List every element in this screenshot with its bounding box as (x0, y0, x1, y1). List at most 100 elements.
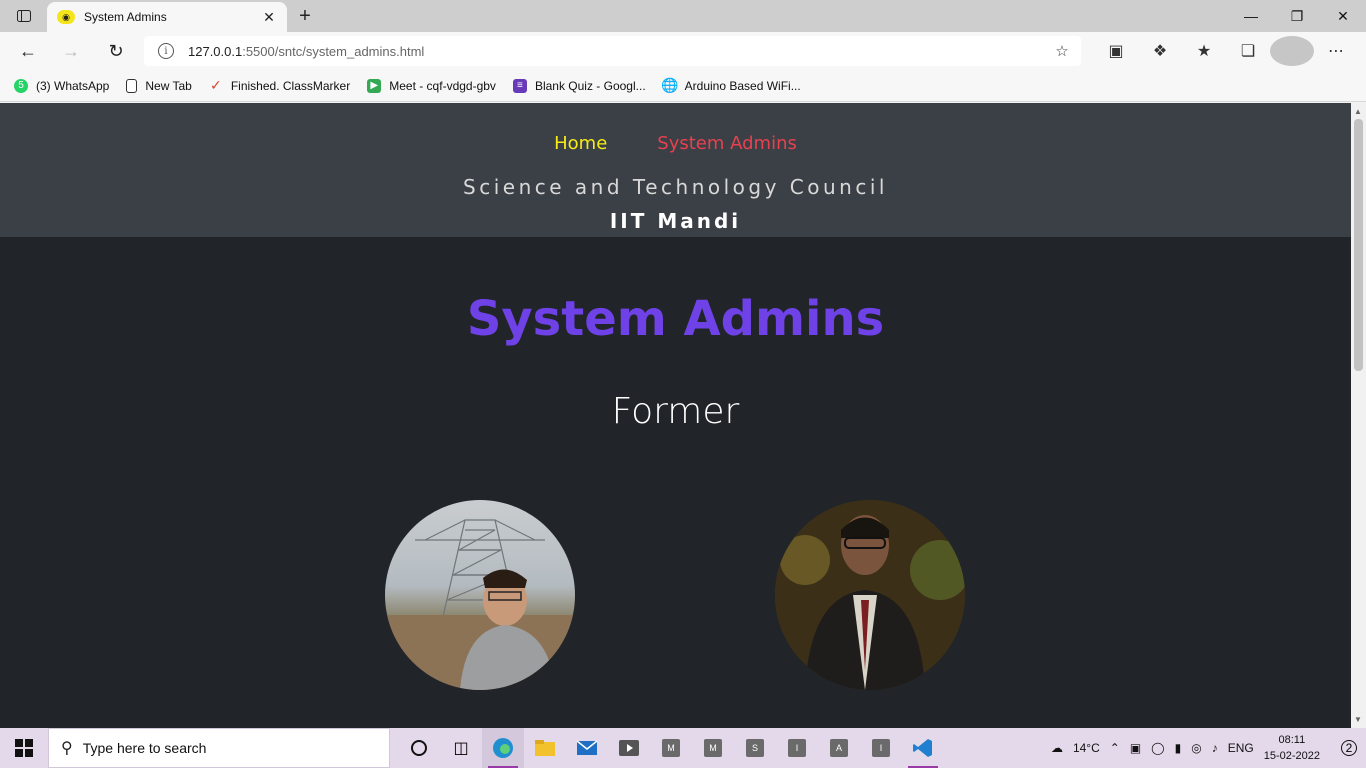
clock[interactable]: 08:11 15-02-2022 (1264, 732, 1320, 764)
site-header: Home System Admins Science and Technolog… (0, 103, 1351, 237)
minimize-icon[interactable]: — (1228, 0, 1274, 32)
window-controls: — ❐ ✕ (1228, 0, 1366, 32)
taskbar-apps: ◫ M M S I A I (398, 728, 944, 768)
scroll-thumb[interactable] (1354, 119, 1363, 371)
globe-icon: 🌐 (660, 77, 679, 93)
language-indicator[interactable]: ENG (1228, 741, 1254, 755)
windows-start-icon[interactable] (0, 728, 48, 768)
windows-taskbar: ⚲ Type here to search ◫ M M S I A I ☁ 14… (0, 728, 1366, 768)
forward-icon[interactable]: → (58, 38, 84, 64)
collections-ext-icon[interactable]: ▣ (1094, 36, 1138, 66)
pinned-app-label: S (746, 739, 764, 757)
pinned-app-label: I (872, 739, 890, 757)
tab-strip: ◉ System Admins ✕ + — ❐ ✕ (0, 0, 1366, 32)
favorites-icon[interactable]: ★ (1182, 36, 1226, 66)
tab-title: System Admins (84, 10, 167, 24)
bookmark-meet[interactable]: ▶ Meet - cqf-vdgd-gbv (367, 78, 496, 93)
pinned-app-icon[interactable]: M (650, 728, 692, 768)
toolbar-icons: ▣ ❖ ★ ❏ ⋯ (1094, 36, 1358, 66)
clock-date: 15-02-2022 (1263, 750, 1320, 762)
restore-icon[interactable]: ❐ (1274, 0, 1320, 32)
brain-icon: ◉ (57, 10, 75, 24)
pinned-app-icon[interactable]: A (818, 728, 860, 768)
profile-icon[interactable] (1270, 36, 1314, 66)
scroll-up-icon[interactable]: ▲ (1354, 107, 1362, 116)
bookmark-label: New Tab (145, 78, 192, 93)
taskbar-search[interactable]: ⚲ Type here to search (48, 728, 390, 768)
notification-count: 2 (1341, 740, 1357, 756)
bookmark-quiz[interactable]: ≡ Blank Quiz - Googl... (512, 78, 646, 93)
page-scrollbar[interactable]: ▲ ▼ (1351, 103, 1366, 728)
collections-icon[interactable]: ❏ (1226, 36, 1270, 66)
clock-time: 08:11 (1278, 734, 1306, 746)
bookmark-arduino[interactable]: 🌐 Arduino Based WiFi... (660, 77, 801, 93)
meet-icon: ▶ (367, 78, 382, 93)
bookmark-label: Arduino Based WiFi... (684, 78, 801, 93)
bookmark-label: Blank Quiz - Googl... (534, 78, 646, 93)
bookmark-label: (3) WhatsApp (36, 78, 110, 93)
battery-icon[interactable]: ▮ (1175, 741, 1182, 755)
network-icon[interactable]: ◯ (1151, 741, 1164, 755)
url-path: :5500/sntc/system_admins.html (242, 43, 425, 59)
pinned-app-icon[interactable]: M (692, 728, 734, 768)
page-viewport: Home System Admins Science and Technolog… (0, 103, 1351, 728)
page-title: System Admins (466, 291, 885, 347)
edge-browser-icon[interactable] (482, 728, 524, 768)
bookmark-new-tab[interactable]: New Tab (126, 78, 192, 93)
add-favorite-icon[interactable]: ☆ (1051, 40, 1073, 62)
tab-actions-icon[interactable] (12, 6, 36, 26)
close-window-icon[interactable]: ✕ (1320, 0, 1366, 32)
checkmark-icon: ✓ (209, 77, 222, 93)
reload-icon[interactable]: ↻ (103, 38, 129, 64)
bookmark-whatsapp[interactable]: 5 (3) WhatsApp (14, 78, 110, 93)
bookmarks-bar: 5 (3) WhatsApp New Tab ✓ Finished. ClassMa… (0, 70, 1366, 102)
extensions-icon[interactable]: ❖ (1138, 36, 1182, 66)
search-icon: ⚲ (61, 740, 73, 757)
volume-icon[interactable]: ♪ (1212, 741, 1218, 755)
section-heading: Former (611, 391, 740, 432)
site-nav: Home System Admins (0, 133, 1351, 154)
notifications-icon[interactable]: 2 (1332, 728, 1366, 768)
council-name: Science and Technology Council (463, 175, 888, 199)
site-info-icon[interactable]: i (158, 43, 174, 59)
more-menu-icon[interactable]: ⋯ (1314, 36, 1358, 66)
weather-icon[interactable]: ☁ (1051, 741, 1063, 755)
page-icon (126, 78, 138, 93)
admin-photo (775, 500, 965, 690)
admin-photo (385, 500, 575, 690)
globe-icon[interactable]: ◎ (1191, 741, 1201, 755)
url-host: 127.0.0.1 (188, 43, 243, 59)
close-tab-icon[interactable]: ✕ (259, 7, 279, 27)
url-text[interactable]: 127.0.0.1:5500/sntc/system_admins.html (188, 44, 1051, 59)
search-placeholder: Type here to search (82, 740, 207, 756)
file-explorer-icon[interactable] (524, 728, 566, 768)
forms-icon: ≡ (512, 78, 527, 93)
cortana-icon[interactable] (398, 728, 440, 768)
bookmark-label: Meet - cqf-vdgd-gbv (389, 78, 496, 93)
bookmark-classmarker[interactable]: ✓ Finished. ClassMarker (209, 77, 351, 93)
new-tab-button[interactable]: + (293, 5, 317, 27)
scroll-down-icon[interactable]: ▼ (1354, 715, 1362, 724)
browser-tab[interactable]: ◉ System Admins ✕ (47, 2, 287, 32)
nav-system-admins-link[interactable]: System Admins (657, 133, 797, 154)
meet-now-icon[interactable]: ▣ (1130, 741, 1141, 755)
pinned-app-label: I (788, 739, 806, 757)
task-view-icon[interactable]: ◫ (440, 728, 482, 768)
nav-home-link[interactable]: Home (554, 133, 607, 154)
tray-overflow-icon[interactable]: ⌃ (1110, 741, 1120, 755)
media-player-icon[interactable] (608, 728, 650, 768)
back-icon[interactable]: ← (15, 38, 41, 64)
whatsapp-icon: 5 (14, 78, 28, 93)
institute-name: IIT Mandi (609, 209, 742, 233)
pinned-app-label: M (662, 739, 680, 757)
bookmark-label: Finished. ClassMarker (230, 78, 351, 93)
pinned-app-label: A (830, 739, 848, 757)
address-bar[interactable]: i 127.0.0.1:5500/sntc/system_admins.html… (144, 36, 1081, 66)
pinned-app-icon[interactable]: S (734, 728, 776, 768)
pinned-app-icon[interactable]: I (776, 728, 818, 768)
temperature[interactable]: 14°C (1073, 741, 1100, 755)
pinned-app-icon[interactable]: I (860, 728, 902, 768)
vscode-icon[interactable] (902, 728, 944, 768)
system-tray: ☁ 14°C ⌃ ▣ ◯ ▮ ◎ ♪ ENG 08:11 15-02-2022 … (1051, 728, 1366, 768)
mail-icon[interactable] (566, 728, 608, 768)
